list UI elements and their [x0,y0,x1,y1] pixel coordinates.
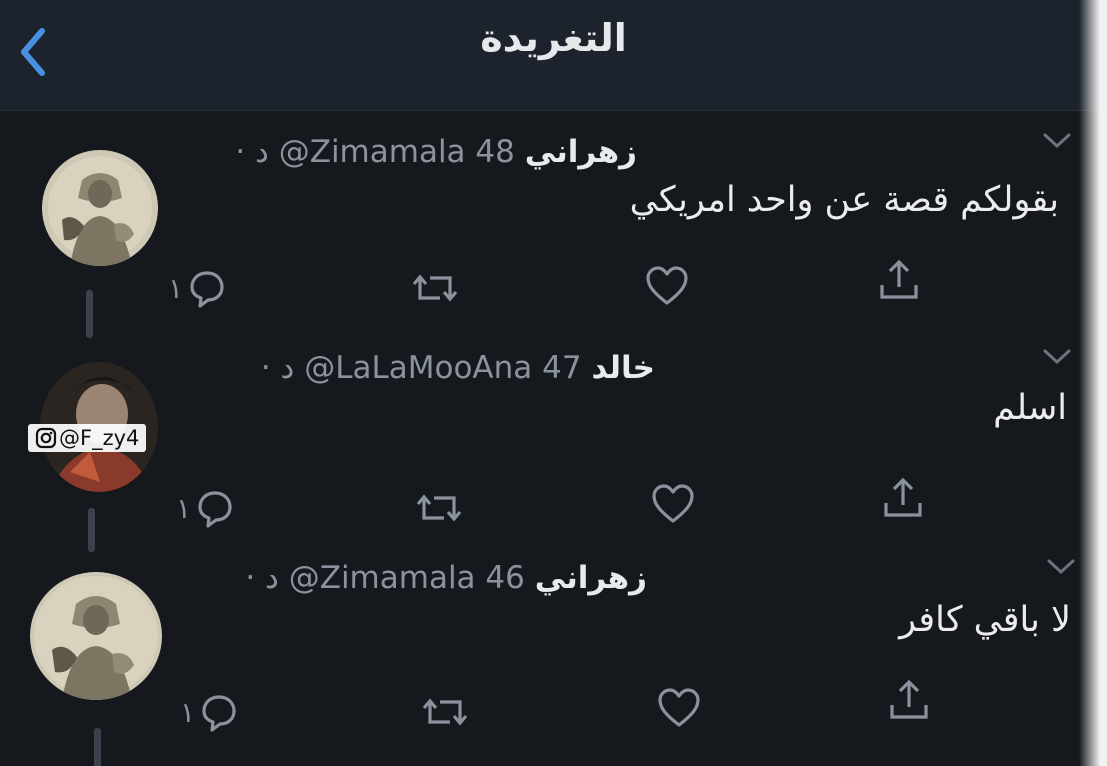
heart-icon [646,266,688,305]
tweet-thread-screen: التغريدة زهراني @Zimamala 48 د · بقولكم … [0,0,1107,766]
reply-bubble-icon [202,695,236,732]
heart-icon [658,688,700,727]
instagram-icon [35,427,57,449]
retweet-icon [416,494,462,522]
display-name[interactable]: زهراني [535,560,647,596]
avatar[interactable] [42,150,158,266]
share-button[interactable] [880,474,926,522]
avatar-image [42,150,158,266]
reply-count: ١ [168,271,184,305]
thread-connector [94,728,101,766]
tweet-meta: زهراني @Zimamala 46 د · [245,558,647,598]
more-options-button[interactable] [1046,558,1076,576]
reply-bubble-icon [198,491,232,528]
chevron-down-icon [1043,133,1071,149]
share-icon [880,259,918,299]
avatar[interactable] [30,572,162,700]
display-name[interactable]: خالد [591,350,655,386]
avatar-image [30,572,162,700]
chevron-down-icon [1047,559,1075,575]
display-name[interactable]: زهراني [525,134,637,170]
tweet-1[interactable]: زهراني @Zimamala 48 د · بقولكم قصة عن وا… [0,118,1107,338]
tweet-3[interactable]: زهراني @Zimamala 46 د · لا باقي كافر ١ [0,550,1107,766]
tweet-text: اسلم [993,388,1067,428]
reply-count: ١ [176,491,192,525]
thread-connector [88,508,95,552]
watermark-text: @F_zy4 [59,426,140,450]
retweet-button[interactable] [422,688,468,736]
like-button[interactable] [656,684,702,732]
reply-bubble-icon [190,271,224,308]
retweet-icon [422,698,468,726]
tweet-meta: خالد @LaLaMooAna 47 د · [261,348,655,388]
tweet-2[interactable]: خالد @LaLaMooAna 47 د · اسلم ١ [0,334,1107,556]
user-handle[interactable]: @Zimamala [289,560,476,596]
user-handle[interactable]: @LaLaMooAna [304,350,532,386]
more-options-button[interactable] [1042,348,1072,366]
share-button[interactable] [876,256,922,304]
retweet-button[interactable] [412,264,458,312]
chevron-down-icon [1043,349,1071,365]
tweet-meta: زهراني @Zimamala 48 د · [235,132,637,172]
share-icon [890,679,928,719]
like-button[interactable] [644,262,690,310]
retweet-button[interactable] [416,484,462,532]
more-options-button[interactable] [1042,132,1072,150]
share-icon [884,477,922,517]
thread-connector [86,290,93,338]
watermark: @F_zy4 [28,424,147,452]
reply-button[interactable]: ١ [176,484,235,532]
reply-count: ١ [180,695,196,729]
retweet-icon [412,274,458,302]
reply-button[interactable]: ١ [168,264,227,312]
tweet-text: لا باقي كافر [899,600,1071,640]
like-button[interactable] [650,480,696,528]
reply-button[interactable]: ١ [180,688,239,736]
user-handle[interactable]: @Zimamala [279,134,466,170]
top-bar: التغريدة [0,0,1107,111]
tweet-text: بقولكم قصة عن واحد امريكي [629,180,1059,220]
photo-edge [1079,0,1107,766]
heart-icon [652,484,694,523]
share-button[interactable] [886,676,932,724]
page-title: التغريدة [480,16,627,60]
